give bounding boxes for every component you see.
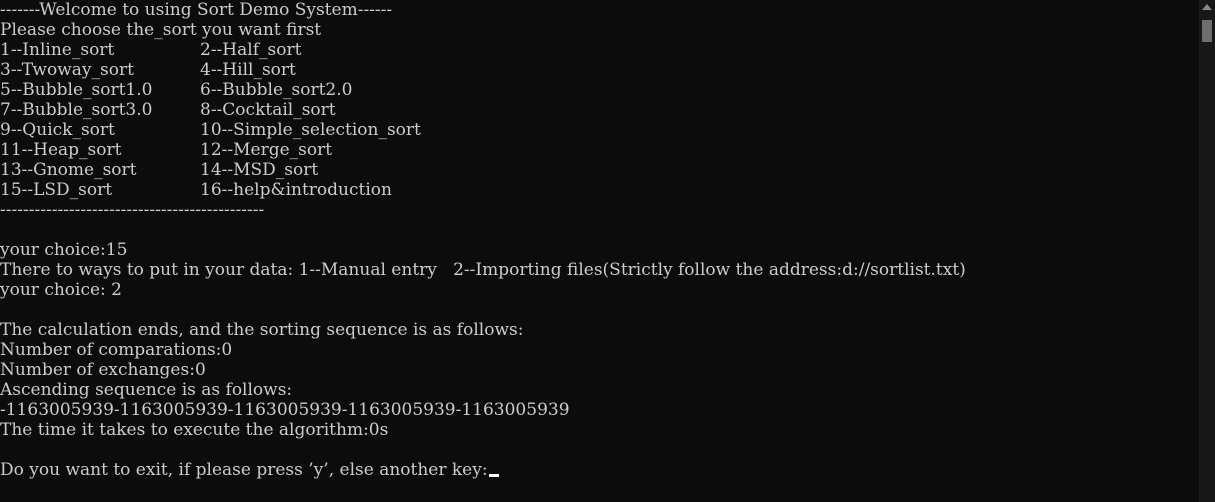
menu-row: 9--Quick_sort 10--Simple_selection_sort [0, 120, 1199, 140]
menu-option: 10--Simple_selection_sort [200, 120, 421, 140]
exit-prompt-text: Do you want to exit, if please press ’y’… [0, 460, 488, 480]
menu-option: 12--Merge_sort [200, 140, 333, 160]
calculation-ends-line: The calculation ends, and the sorting se… [0, 320, 524, 340]
menu-option: 11--Heap_sort [0, 140, 122, 160]
exchanges-line: Number of exchanges:0 [0, 360, 206, 380]
menu-row: 7--Bubble_sort3.0 8--Cocktail_sort [0, 100, 1199, 120]
menu-row: 3--Twoway_sort 4--Hill_sort [0, 60, 1199, 80]
scrollbar-thumb[interactable] [1202, 20, 1212, 42]
text-cursor [488, 474, 499, 477]
menu-option: 15--LSD_sort [0, 180, 113, 200]
console-window[interactable]: -------Welcome to using Sort Demo System… [0, 0, 1215, 502]
menu-row: 13--Gnome_sort 14--MSD_sort [0, 160, 1199, 180]
menu-option: 13--Gnome_sort [0, 160, 137, 180]
menu-option: 1--Inline_sort [0, 40, 115, 60]
exit-prompt-line[interactable]: Do you want to exit, if please press ’y’… [0, 460, 1199, 480]
input-ways-line: There to ways to put in your data: 1--Ma… [0, 260, 966, 280]
comparisons-line: Number of comparations:0 [0, 340, 233, 360]
menu-option: 7--Bubble_sort3.0 [0, 100, 153, 120]
menu-row: 11--Heap_sort 12--Merge_sort [0, 140, 1199, 160]
menu-row: 1--Inline_sort 2--Half_sort [0, 40, 1199, 60]
execution-time-line: The time it takes to execute the algorit… [0, 420, 389, 440]
ascending-label-line: Ascending sequence is as follows: [0, 380, 293, 400]
vertical-scrollbar[interactable] [1199, 0, 1215, 502]
welcome-header: -------Welcome to using Sort Demo System… [0, 0, 393, 20]
scroll-up-arrow-icon[interactable] [1202, 4, 1212, 10]
menu-option: 6--Bubble_sort2.0 [200, 80, 353, 100]
menu-option: 8--Cocktail_sort [200, 100, 336, 120]
choice-input-line: your choice: 2 [0, 280, 122, 300]
menu-option: 14--MSD_sort [200, 160, 319, 180]
menu-row: 5--Bubble_sort1.0 6--Bubble_sort2.0 [0, 80, 1199, 100]
menu-option: 2--Half_sort [200, 40, 302, 60]
menu-option: 3--Twoway_sort [0, 60, 134, 80]
console-output[interactable]: -------Welcome to using Sort Demo System… [0, 0, 1199, 502]
choose-sort-prompt: Please choose the_sort you want first [0, 20, 322, 40]
menu-option: 16--help&introduction [200, 180, 392, 200]
menu-row: 15--LSD_sort 16--help&introduction [0, 180, 1199, 200]
sorted-sequence-line: -1163005939-1163005939-1163005939-116300… [0, 400, 570, 420]
menu-option: 5--Bubble_sort1.0 [0, 80, 153, 100]
menu-option: 9--Quick_sort [0, 120, 115, 140]
menu-divider: ----------------------------------------… [0, 200, 265, 220]
choice-sort-line: your choice:15 [0, 240, 128, 260]
menu-option: 4--Hill_sort [200, 60, 296, 80]
